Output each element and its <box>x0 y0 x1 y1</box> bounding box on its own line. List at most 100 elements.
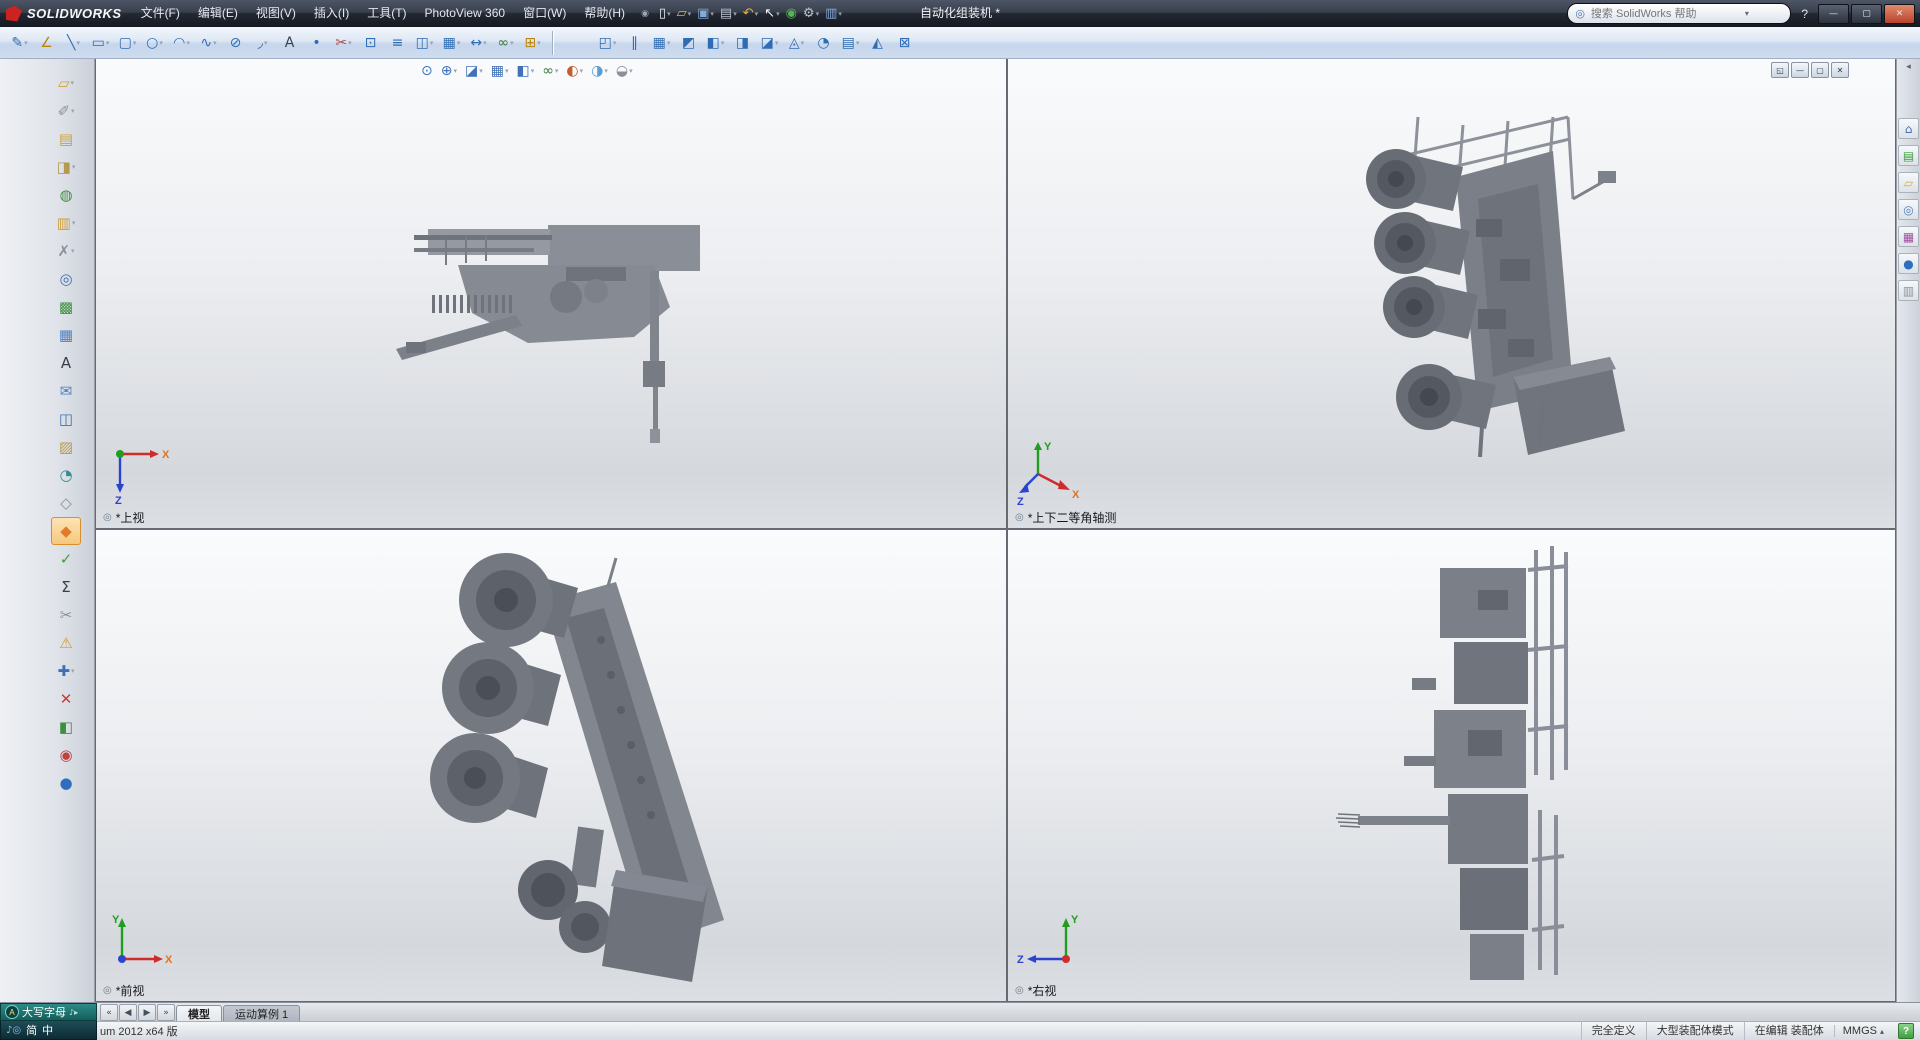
rebuild-icon[interactable]: ◉ <box>783 3 800 24</box>
viewport-bottom-left[interactable]: Y X ◎ *前视 <box>96 530 1006 1001</box>
save-icon[interactable]: ▣ ▾ <box>694 3 717 24</box>
maximize-button[interactable]: ▢ <box>1851 3 1882 24</box>
tab-scroll-button[interactable]: ◀ <box>119 1004 137 1021</box>
menu-item[interactable]: 插入(I) <box>305 0 358 27</box>
left-tool-12-icon[interactable]: ✉ <box>52 378 80 404</box>
display-style-icon[interactable]: ◧ ▾ <box>513 61 537 81</box>
options-icon[interactable]: ⚙ ▾ <box>800 3 822 24</box>
text-icon[interactable]: A <box>276 30 303 56</box>
assembly-model-top-view[interactable] <box>96 59 1006 528</box>
left-tool-22-icon[interactable]: ✚ ▾ <box>52 658 80 684</box>
move-entities-icon[interactable]: ↔ ▾ <box>465 30 492 56</box>
point-icon[interactable]: • <box>303 30 330 56</box>
task-pane-collapse-icon[interactable]: ◂ <box>1906 62 1911 72</box>
left-tool-19-icon[interactable]: Σ <box>52 574 80 600</box>
units-selector[interactable]: MMGS ▴ <box>1833 1025 1892 1037</box>
menu-item[interactable]: 编辑(E) <box>189 0 247 27</box>
exploded-view-icon[interactable]: ◭ <box>864 30 891 56</box>
left-tool-8-icon[interactable]: ◎ <box>52 266 80 292</box>
left-tool-1-icon[interactable]: ▱ ▾ <box>52 70 80 96</box>
smart-fasteners-icon[interactable]: ◩ <box>675 30 702 56</box>
ime-search-icon[interactable]: ◎ <box>12 1025 21 1036</box>
appearances-scenes-icon[interactable]: ● <box>1898 253 1919 274</box>
mirror-entities-icon[interactable]: ◫ ▾ <box>411 30 438 56</box>
help-search-box[interactable]: ◎ ▾ <box>1567 3 1792 24</box>
spline-icon[interactable]: ∿ ▾ <box>195 30 222 56</box>
menu-item[interactable]: 视图(V) <box>247 0 305 27</box>
help-icon[interactable]: ? <box>1797 7 1812 21</box>
left-tool-4-icon[interactable]: ◨ ▾ <box>52 154 80 180</box>
search-input[interactable] <box>1588 6 1741 21</box>
ime-mode-label[interactable]: 中 <box>42 1022 53 1038</box>
mate-icon[interactable]: ∥ <box>621 30 648 56</box>
assembly-model-front-view[interactable] <box>96 530 1006 1001</box>
document-tab[interactable]: 模型 <box>176 1005 222 1022</box>
left-tool-21-icon[interactable]: ⚠ <box>52 630 80 656</box>
new-document-icon[interactable]: ▯ ▾ <box>656 3 674 24</box>
left-tool-24-icon[interactable]: ◧ <box>52 714 80 740</box>
print-icon[interactable]: ▤ ▾ <box>717 3 740 24</box>
viewport-top-right[interactable]: Y X Z ◎ *上下二等角轴测 <box>1008 59 1895 528</box>
design-library-icon[interactable]: ▤ <box>1898 145 1919 166</box>
new-motion-study-icon[interactable]: ◔ <box>810 30 837 56</box>
convert-entities-icon[interactable]: ⊡ <box>357 30 384 56</box>
left-tool-15-icon[interactable]: ◔ <box>52 462 80 488</box>
viewport-minimize-button[interactable]: — <box>1791 62 1809 78</box>
assembly-features-icon[interactable]: ◪ ▾ <box>756 30 783 56</box>
document-tab[interactable]: 运动算例 1 <box>223 1005 301 1022</box>
left-tool-3-icon[interactable]: ▤ <box>52 126 80 152</box>
show-hidden-components-icon[interactable]: ◨ <box>729 30 756 56</box>
left-tool-13-icon[interactable]: ◫ <box>52 406 80 432</box>
viewport-maximize-button[interactable]: ▢ <box>1811 62 1829 78</box>
viewport-close-button[interactable]: ✕ <box>1831 62 1849 78</box>
edit-appearance-icon[interactable]: ◐ ▾ <box>563 61 586 81</box>
smart-dimension-icon[interactable]: ∠ <box>33 30 60 56</box>
apply-scene-icon[interactable]: ◑ ▾ <box>588 61 611 81</box>
left-tool-9-icon[interactable]: ▩ <box>52 294 80 320</box>
undo-icon[interactable]: ↶ ▾ <box>740 3 761 24</box>
trim-entities-icon[interactable]: ✂ ▾ <box>330 30 357 56</box>
left-tool-26-icon[interactable]: ● <box>52 770 80 796</box>
menu-item[interactable]: 文件(F) <box>132 0 189 27</box>
linear-sketch-pattern-icon[interactable]: ▦ ▾ <box>438 30 465 56</box>
open-icon[interactable]: ▱ ▾ <box>674 3 695 24</box>
close-button[interactable]: ✕ <box>1884 3 1915 24</box>
assembly-model-right-view[interactable] <box>1008 530 1895 1001</box>
large-assembly-mode-icon[interactable]: ⊠ <box>891 30 918 56</box>
tab-scroll-button[interactable]: ▶ <box>138 1004 156 1021</box>
left-tool-7-icon[interactable]: ✗ ▾ <box>52 238 80 264</box>
insert-components-icon[interactable]: ◰ ▾ <box>594 30 621 56</box>
menu-item[interactable]: 工具(T) <box>358 0 415 27</box>
move-component-icon[interactable]: ◧ ▾ <box>702 30 729 56</box>
left-tool-16-icon[interactable]: ◇ <box>52 490 80 516</box>
left-tool-17-icon[interactable]: ◆ <box>51 517 81 545</box>
left-tool-23-icon[interactable]: ✕ <box>52 686 80 712</box>
view-orientation-icon[interactable]: ▦ ▾ <box>488 61 512 81</box>
zoom-fit-icon[interactable]: ⊙ <box>418 61 436 81</box>
linear-component-pattern-icon[interactable]: ▦ ▾ <box>648 30 675 56</box>
left-tool-10-icon[interactable]: ▦ <box>52 322 80 348</box>
tab-scroll-button[interactable]: « <box>100 1004 118 1021</box>
sketch-fillet-icon[interactable]: ◞ ▾ <box>249 30 276 56</box>
menu-pin-icon[interactable]: ◉ <box>634 8 656 19</box>
slot-icon[interactable]: ▢ ▾ <box>114 30 141 56</box>
zoom-area-icon[interactable]: ⊕ ▾ <box>438 61 460 81</box>
search-dropdown-icon[interactable]: ▾ <box>1745 9 1749 18</box>
bill-of-materials-icon[interactable]: ▤ ▾ <box>837 30 864 56</box>
reference-geometry-icon[interactable]: ◬ ▾ <box>783 30 810 56</box>
file-properties-icon[interactable]: ▥ ▾ <box>822 3 845 24</box>
circle-icon[interactable]: ○ ▾ <box>141 30 168 56</box>
minimize-button[interactable]: — <box>1818 3 1849 24</box>
rectangle-icon[interactable]: ▭ ▾ <box>87 30 114 56</box>
offset-entities-icon[interactable]: ≡ <box>384 30 411 56</box>
line-icon[interactable]: ╲ ▾ <box>60 30 87 56</box>
ime-lang-label[interactable]: 简 <box>26 1022 37 1038</box>
left-tool-2-icon[interactable]: ✐ ▾ <box>52 98 80 124</box>
menu-item[interactable]: 帮助(H) <box>575 0 634 27</box>
resources-icon[interactable]: ⌂ <box>1898 118 1919 139</box>
menu-item[interactable]: PhotoView 360 <box>416 0 515 27</box>
left-tool-20-icon[interactable]: ✂ <box>52 602 80 628</box>
arc-icon[interactable]: ◠ ▾ <box>168 30 195 56</box>
sketch-icon[interactable]: ✎ ▾ <box>6 30 33 56</box>
select-icon[interactable]: ↖ ▾ <box>761 3 782 24</box>
